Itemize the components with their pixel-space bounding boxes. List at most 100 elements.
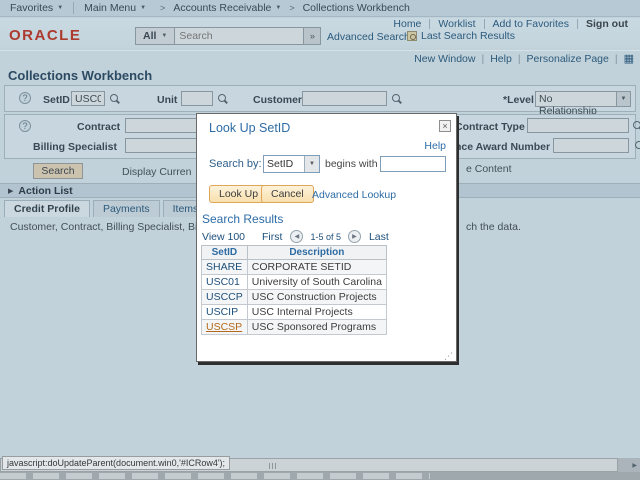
setid-result-link[interactable]: USC01	[206, 276, 240, 288]
award-number-input[interactable]	[553, 138, 629, 153]
breadcrumb: Favorites ▼ Main Menu ▼ > Accounts Recei…	[0, 0, 640, 17]
begins-with-label: begins with	[325, 158, 378, 170]
setid-result-link[interactable]: USCCP	[206, 291, 243, 303]
search-by-select-value: SetID	[264, 156, 304, 172]
table-row: USCCP USC Construction Projects	[202, 290, 387, 305]
next-page-icon[interactable]: ▶	[348, 230, 361, 243]
level-label: *Level	[503, 94, 534, 106]
grid-icon[interactable]: ▦	[624, 54, 634, 64]
cancel-button[interactable]: Cancel	[261, 185, 314, 203]
setid-input[interactable]	[71, 91, 105, 106]
resize-grip-icon[interactable]: ⋰	[444, 352, 453, 360]
help-icon[interactable]: ?	[19, 92, 31, 104]
search-by-label: Search by:	[209, 158, 262, 170]
close-icon[interactable]: ×	[439, 120, 451, 132]
new-window-link[interactable]: New Window	[414, 53, 475, 65]
first-link[interactable]: First	[262, 231, 282, 243]
results-pagination: View 100 First ◀ 1-5 of 5 ▶ Last	[202, 230, 394, 243]
breadcrumb-chevron-icon: >	[160, 3, 165, 13]
breadcrumb-accounts-receivable[interactable]: Accounts Receivable ▼	[169, 0, 285, 16]
global-search-input[interactable]	[174, 27, 304, 45]
lookup-setid-modal: Look Up SetID × Help Search by: SetID ▼ …	[196, 113, 457, 362]
setid-result-link[interactable]: SHARE	[206, 261, 242, 273]
description-cell: USC Internal Projects	[247, 305, 386, 320]
begins-with-input[interactable]	[380, 156, 446, 172]
breadcrumb-main-menu-label: Main Menu	[84, 2, 136, 14]
tab-credit-profile[interactable]: Credit Profile	[4, 200, 90, 217]
worklist-link[interactable]: Worklist	[438, 18, 475, 30]
modal-help-link[interactable]: Help	[424, 140, 446, 152]
breadcrumb-chevron-icon: >	[289, 3, 294, 13]
modal-title: Look Up SetID	[209, 121, 290, 135]
last-search-results-link[interactable]: Last Search Results	[421, 30, 515, 42]
filter-panel-1: ? SetID Unit Customer *Level No Relation…	[4, 85, 636, 112]
header-divider	[577, 19, 578, 29]
lookup-button[interactable]: Look Up	[209, 185, 268, 203]
search-scope-value: All	[143, 30, 156, 42]
previous-page-icon[interactable]: ◀	[290, 230, 303, 243]
add-to-favorites-link[interactable]: Add to Favorites	[493, 18, 569, 30]
level-select[interactable]: No Relationship ▼	[535, 91, 631, 107]
double-arrow-icon: »	[310, 31, 315, 41]
help-link[interactable]: Help	[490, 53, 512, 65]
unit-label: Unit	[157, 94, 177, 106]
scroll-right-icon[interactable]: ▶	[632, 462, 637, 469]
pagination-range: 1-5 of 5	[310, 232, 341, 242]
breadcrumb-collections-workbench[interactable]: Collections Workbench	[299, 0, 414, 16]
setid-result-link[interactable]: USCIP	[206, 306, 238, 318]
toolbar-divider: |	[481, 53, 484, 65]
search-by-select[interactable]: SetID ▼	[263, 155, 320, 173]
personalize-page-link[interactable]: Personalize Page	[527, 53, 609, 65]
description-cell: USC Sponsored Programs	[247, 320, 386, 335]
display-option-label: Display Curren	[122, 166, 191, 178]
last-link[interactable]: Last	[369, 231, 389, 243]
search-scope-dropdown[interactable]: All ▼	[135, 27, 174, 45]
description-cell: CORPORATE SETID	[247, 260, 386, 275]
chevron-down-icon: ▼	[161, 33, 167, 39]
tab-payments[interactable]: Payments	[93, 200, 160, 217]
setid-result-link-hovered[interactable]: USCSP	[206, 321, 242, 333]
chevron-down-icon: ▼	[304, 156, 319, 172]
application-window: Favorites ▼ Main Menu ▼ > Accounts Recei…	[0, 0, 640, 480]
scrollbar-grip-icon	[269, 463, 278, 469]
app-header: ORACLE Home Worklist Add to Favorites Si…	[0, 18, 640, 48]
award-number-lookup-icon[interactable]	[635, 141, 640, 149]
advanced-lookup-link[interactable]: Advanced Lookup	[312, 189, 396, 201]
home-link[interactable]: Home	[393, 18, 421, 30]
content-link[interactable]: e Content	[466, 163, 512, 175]
contract-type-input[interactable]	[527, 118, 629, 133]
breadcrumb-accounts-receivable-label: Accounts Receivable	[173, 2, 271, 14]
toolbar-divider: |	[615, 53, 618, 65]
help-icon[interactable]: ?	[19, 120, 31, 132]
search-button[interactable]: Search	[33, 163, 83, 179]
page-title: Collections Workbench	[8, 68, 152, 83]
description-cell: University of South Carolina	[247, 275, 386, 290]
breadcrumb-favorites-label: Favorites	[10, 2, 53, 14]
last-search-results-icon	[407, 31, 417, 41]
breadcrumb-favorites[interactable]: Favorites ▼	[0, 0, 73, 16]
advanced-search-link[interactable]: Advanced Search	[327, 31, 410, 43]
customer-lookup-icon[interactable]	[392, 94, 400, 102]
table-row: USCSP USC Sponsored Programs	[202, 320, 387, 335]
unit-lookup-icon[interactable]	[218, 94, 226, 102]
browser-status-text: javascript:doUpdateParent(document.win0,…	[2, 456, 230, 470]
page-toolbar: New Window | Help | Personalize Page | ▦	[0, 50, 640, 66]
action-list-label: Action List	[18, 185, 72, 197]
table-header-row: SetID Description	[202, 246, 387, 260]
search-results-heading: Search Results	[202, 212, 283, 226]
customer-input[interactable]	[302, 91, 387, 106]
unit-input[interactable]	[181, 91, 213, 106]
sign-out-link[interactable]: Sign out	[586, 18, 628, 30]
breadcrumb-main-menu[interactable]: Main Menu ▼	[74, 0, 156, 16]
contract-type-lookup-icon[interactable]	[633, 121, 640, 129]
table-row: SHARE CORPORATE SETID	[202, 260, 387, 275]
chevron-down-icon: ▼	[140, 5, 146, 11]
setid-lookup-icon[interactable]	[110, 94, 118, 102]
header-divider	[429, 19, 430, 29]
table-row: USCIP USC Internal Projects	[202, 305, 387, 320]
oracle-logo: ORACLE	[9, 27, 81, 44]
view-100-link[interactable]: View 100	[202, 231, 245, 243]
search-go-button[interactable]: »	[304, 27, 321, 45]
customer-label: Customer	[253, 94, 302, 106]
results-table: SetID Description SHARE CORPORATE SETID …	[201, 245, 387, 335]
